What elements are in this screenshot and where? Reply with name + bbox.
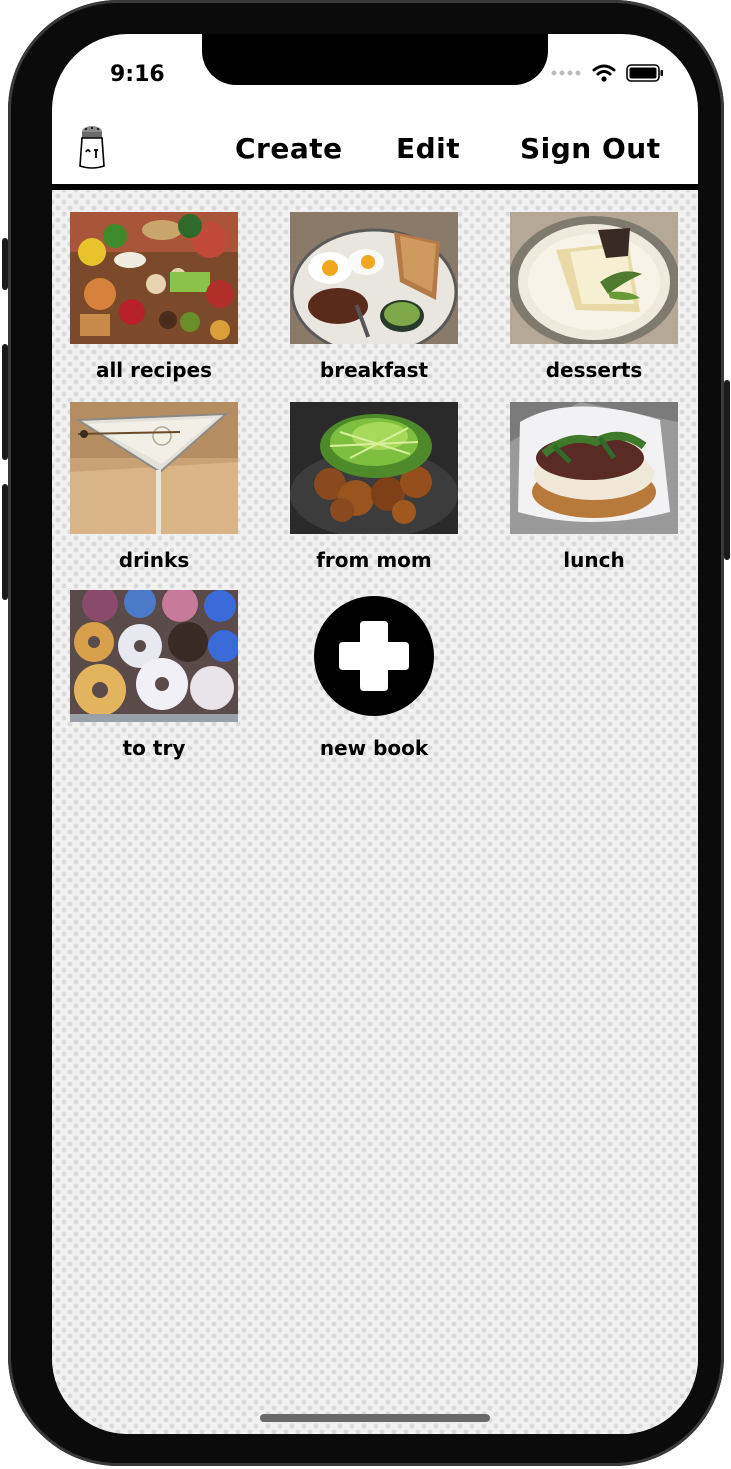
- notch: [202, 34, 548, 85]
- salt-shaker-logo-icon[interactable]: [76, 124, 108, 170]
- book-tile-lunch[interactable]: lunch: [510, 402, 678, 572]
- battery-icon: [626, 64, 663, 82]
- book-label: all recipes: [95, 358, 213, 382]
- fried-chicken-greens-photo: [290, 402, 458, 534]
- book-tile-all-recipes[interactable]: all recipes: [70, 212, 238, 382]
- wifi-icon: [592, 64, 616, 82]
- book-tile-breakfast[interactable]: breakfast: [290, 212, 458, 382]
- screen: 9:16 Create Edit Sign Out all recipes br…: [52, 34, 698, 1434]
- signal-icon: [551, 70, 581, 76]
- plus-circle-icon: [314, 596, 434, 716]
- book-label: lunch: [563, 548, 625, 572]
- power-button: [724, 380, 730, 560]
- volume-down-button: [2, 484, 8, 600]
- status-icons: [550, 64, 664, 82]
- new-book-label: new book: [319, 736, 429, 760]
- new-book-button[interactable]: new book: [290, 596, 458, 760]
- donuts-photo: [70, 590, 238, 722]
- phone-frame: 9:16 Create Edit Sign Out all recipes br…: [2, 0, 730, 1466]
- martini-glass-photo: [70, 402, 238, 534]
- book-label: from mom: [316, 548, 432, 572]
- book-label: to try: [122, 736, 186, 760]
- assorted-foods-photo: [70, 212, 238, 344]
- book-label: breakfast: [319, 358, 429, 382]
- home-indicator[interactable]: [260, 1414, 490, 1422]
- book-label: drinks: [118, 548, 190, 572]
- volume-up-button: [2, 344, 8, 460]
- navigation-bar: Create Edit Sign Out: [52, 112, 698, 190]
- book-tile-from-mom[interactable]: from mom: [290, 402, 458, 572]
- edit-button[interactable]: Edit: [396, 132, 460, 165]
- book-tile-desserts[interactable]: desserts: [510, 212, 678, 382]
- recipe-books-grid: all recipes breakfast desserts drinks fr…: [52, 190, 698, 1434]
- create-button[interactable]: Create: [235, 132, 343, 165]
- book-tile-to-try[interactable]: to try: [70, 590, 238, 760]
- status-time: 9:16: [110, 62, 165, 87]
- book-label: desserts: [545, 358, 643, 382]
- silent-switch: [2, 238, 8, 290]
- sign-out-button[interactable]: Sign Out: [520, 132, 661, 165]
- cheesecake-slice-photo: [510, 212, 678, 344]
- breakfast-plate-photo: [290, 212, 458, 344]
- book-tile-drinks[interactable]: drinks: [70, 402, 238, 572]
- sandwich-photo: [510, 402, 678, 534]
